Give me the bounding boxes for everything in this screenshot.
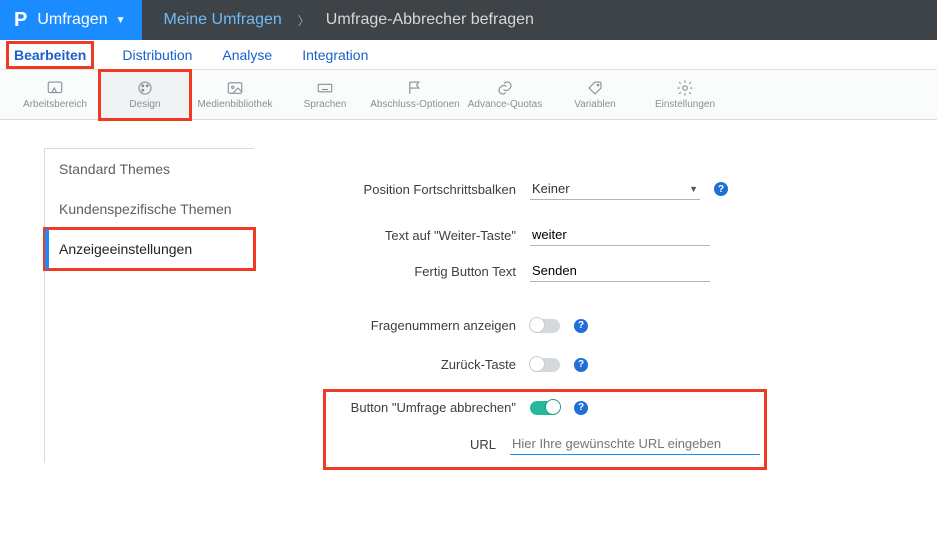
help-icon[interactable]: ? xyxy=(574,401,588,415)
subnav-bearbeiten[interactable]: Bearbeiten xyxy=(8,43,92,67)
help-icon[interactable]: ? xyxy=(574,319,588,333)
label-done-text: Fertig Button Text xyxy=(330,264,530,279)
toolbar-sprachen[interactable]: Sprachen xyxy=(280,71,370,119)
gear-icon xyxy=(674,79,696,97)
tag-icon xyxy=(584,79,606,97)
form-area: Position Fortschrittsbalken Keiner ▼ ? T… xyxy=(254,148,937,463)
toolbar: Arbeitsbereich Design Medienbibliothek S… xyxy=(0,70,937,120)
pencil-icon xyxy=(44,79,66,97)
toolbar-label: Arbeitsbereich xyxy=(23,99,87,110)
row-next-text: Text auf "Weiter-Taste" xyxy=(330,224,937,246)
toolbar-label: Advance-Quotas xyxy=(468,99,543,110)
toolbar-advance-quotas[interactable]: Advance-Quotas xyxy=(460,71,550,119)
sidemenu: Standard Themes Kundenspezifische Themen… xyxy=(44,148,254,463)
highlight-abort-group: Button "Umfrage abbrechen" ? URL xyxy=(330,396,760,463)
link-icon xyxy=(494,79,516,97)
row-done-text: Fertig Button Text xyxy=(330,260,937,282)
select-value: Keiner xyxy=(532,181,570,196)
row-abort: Button "Umfrage abbrechen" ? xyxy=(330,400,760,415)
row-progress: Position Fortschrittsbalken Keiner ▼ ? xyxy=(330,178,937,200)
toolbar-medienbibliothek[interactable]: Medienbibliothek xyxy=(190,71,280,119)
sidemenu-item-display-settings[interactable]: Anzeigeeinstellungen xyxy=(45,229,254,269)
toolbar-label: Sprachen xyxy=(304,99,347,110)
brand-menu[interactable]: P Umfragen ▼ xyxy=(0,0,142,40)
help-icon[interactable]: ? xyxy=(714,182,728,196)
toggle-back[interactable] xyxy=(530,358,560,372)
label-url: URL xyxy=(330,437,510,452)
subnav-analyse[interactable]: Analyse xyxy=(222,41,272,69)
brand-label: Umfragen xyxy=(37,11,107,29)
sidemenu-item-custom-themes[interactable]: Kundenspezifische Themen xyxy=(45,189,254,229)
toolbar-label: Medienbibliothek xyxy=(197,99,272,110)
sidemenu-item-standard-themes[interactable]: Standard Themes xyxy=(45,149,254,189)
input-done-text[interactable] xyxy=(530,260,710,282)
subnav-integration[interactable]: Integration xyxy=(302,41,368,69)
toolbar-label: Abschluss-Optionen xyxy=(370,99,460,110)
chevron-right-icon: 〉 xyxy=(298,12,310,29)
help-icon[interactable]: ? xyxy=(574,358,588,372)
row-show-numbers: Fragenummern anzeigen ? xyxy=(330,318,937,333)
palette-icon xyxy=(134,79,156,97)
main: Standard Themes Kundenspezifische Themen… xyxy=(0,120,937,463)
toolbar-design[interactable]: Design xyxy=(100,71,190,119)
input-url[interactable] xyxy=(510,433,760,455)
row-back: Zurück-Taste ? xyxy=(330,357,937,372)
row-url: URL xyxy=(330,433,760,455)
subnav: Bearbeiten Distribution Analyse Integrat… xyxy=(0,40,937,70)
toolbar-variablen[interactable]: Variablen xyxy=(550,71,640,119)
input-next-text[interactable] xyxy=(530,224,710,246)
toggle-abort[interactable] xyxy=(530,401,560,415)
toolbar-arbeitsbereich[interactable]: Arbeitsbereich xyxy=(10,71,100,119)
toggle-show-numbers[interactable] xyxy=(530,319,560,333)
label-abort: Button "Umfrage abbrechen" xyxy=(330,400,530,415)
toolbar-label: Design xyxy=(129,99,160,110)
flag-icon xyxy=(404,79,426,97)
label-back: Zurück-Taste xyxy=(330,357,530,372)
image-icon xyxy=(224,79,246,97)
breadcrumb-current: Umfrage-Abbrecher befragen xyxy=(326,11,534,29)
label-show-numbers: Fragenummern anzeigen xyxy=(330,318,530,333)
topbar: P Umfragen ▼ Meine Umfragen 〉 Umfrage-Ab… xyxy=(0,0,937,40)
subnav-distribution[interactable]: Distribution xyxy=(122,41,192,69)
label-progress: Position Fortschrittsbalken xyxy=(330,182,530,197)
logo-icon: P xyxy=(14,9,27,32)
breadcrumb-link[interactable]: Meine Umfragen xyxy=(164,11,282,29)
toolbar-label: Einstellungen xyxy=(655,99,715,110)
toolbar-einstellungen[interactable]: Einstellungen xyxy=(640,71,730,119)
keyboard-icon xyxy=(314,79,336,97)
breadcrumb: Meine Umfragen 〉 Umfrage-Abbrecher befra… xyxy=(142,0,534,40)
select-progress[interactable]: Keiner ▼ xyxy=(530,178,700,200)
toolbar-label: Variablen xyxy=(574,99,616,110)
chevron-down-icon: ▼ xyxy=(689,184,698,194)
toolbar-abschluss-optionen[interactable]: Abschluss-Optionen xyxy=(370,71,460,119)
chevron-down-icon: ▼ xyxy=(116,15,126,26)
label-next-text: Text auf "Weiter-Taste" xyxy=(330,228,530,243)
